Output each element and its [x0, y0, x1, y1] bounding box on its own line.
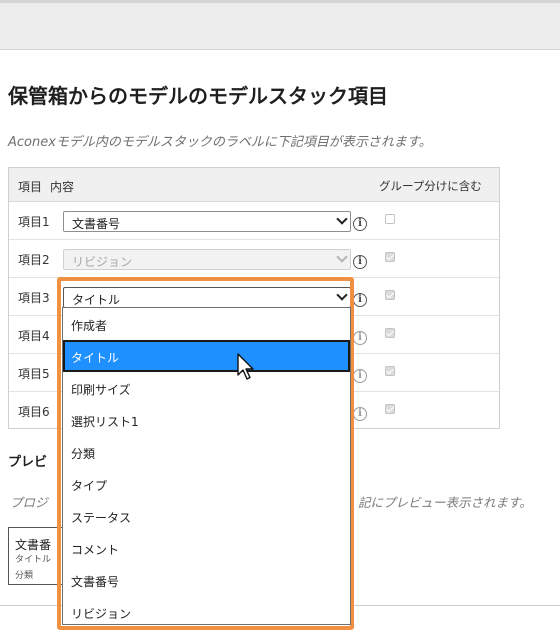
dropdown-option[interactable]: コメント: [63, 532, 350, 564]
info-circle-icon[interactable]: i: [353, 331, 367, 345]
dropdown-option[interactable]: 印刷サイズ: [63, 372, 350, 404]
info-circle-icon[interactable]: i: [353, 217, 367, 231]
page-description: Aconexモデル内のモデルスタックのラベルに下記項目が表示されます。: [8, 135, 432, 150]
table-row: 項目1 文書番号 i: [9, 202, 499, 240]
mouse-pointer-icon: [237, 353, 254, 380]
info-circle-icon[interactable]: i: [353, 407, 367, 421]
table-header: 項目 内容 グループ分けに含む: [9, 168, 499, 202]
info-circle-icon[interactable]: i: [353, 293, 367, 307]
dropdown-options-list: 作成者 タイトル 印刷サイズ 選択リスト1 分類 タイプ ステータス コメント …: [62, 307, 351, 625]
dropdown-option[interactable]: 作成者: [63, 308, 350, 340]
preview-description-start: プロジ: [10, 495, 48, 510]
preview-line: 文書番: [15, 538, 52, 552]
group-checkbox: [385, 404, 395, 414]
group-checkbox: [385, 328, 395, 338]
table-row: 項目2 リビジョン i: [9, 240, 499, 278]
dropdown-option[interactable]: 選択リスト1: [63, 404, 350, 436]
select-value: リビジョン: [72, 255, 133, 269]
dropdown-option[interactable]: 文書番号: [63, 564, 350, 596]
preview-line: タイトル: [15, 555, 52, 565]
group-checkbox: [385, 290, 395, 300]
group-checkbox[interactable]: [385, 214, 395, 224]
column-header-content: 内容: [50, 180, 75, 194]
row-label: 項目5: [18, 367, 50, 381]
info-circle-icon[interactable]: i: [353, 255, 367, 269]
preview-line: 分類: [15, 571, 34, 581]
dropdown-option[interactable]: タイプ: [63, 468, 350, 500]
column-header-item: 項目: [18, 180, 43, 194]
top-bar: [0, 0, 560, 50]
row-label: 項目1: [18, 215, 50, 229]
row-label: 項目6: [18, 405, 50, 419]
preview-heading: プレビ: [8, 455, 48, 470]
info-circle-icon[interactable]: i: [353, 369, 367, 383]
row-label: 項目3: [18, 291, 50, 305]
dropdown-option-selected[interactable]: タイトル: [63, 340, 350, 372]
row-label: 項目4: [18, 329, 50, 343]
chevron-down-icon: [336, 251, 348, 263]
dropdown-option[interactable]: リビジョン: [63, 596, 350, 628]
dropdown-option[interactable]: 分類: [63, 436, 350, 468]
group-checkbox: [385, 252, 395, 262]
dropdown-option[interactable]: ステータス: [63, 500, 350, 532]
select-value: 文書番号: [72, 217, 121, 231]
page-title: 保管箱からのモデルのモデルスタック項目: [8, 84, 388, 108]
chevron-down-icon: [336, 213, 348, 225]
content-select: リビジョン: [63, 249, 351, 270]
group-checkbox: [385, 366, 395, 376]
row-label: 項目2: [18, 253, 50, 267]
preview-description-end: 記にプレビュー表示されます。: [358, 495, 532, 510]
content-select[interactable]: 文書番号: [63, 211, 351, 232]
column-header-group: グループ分けに含む: [379, 179, 482, 193]
